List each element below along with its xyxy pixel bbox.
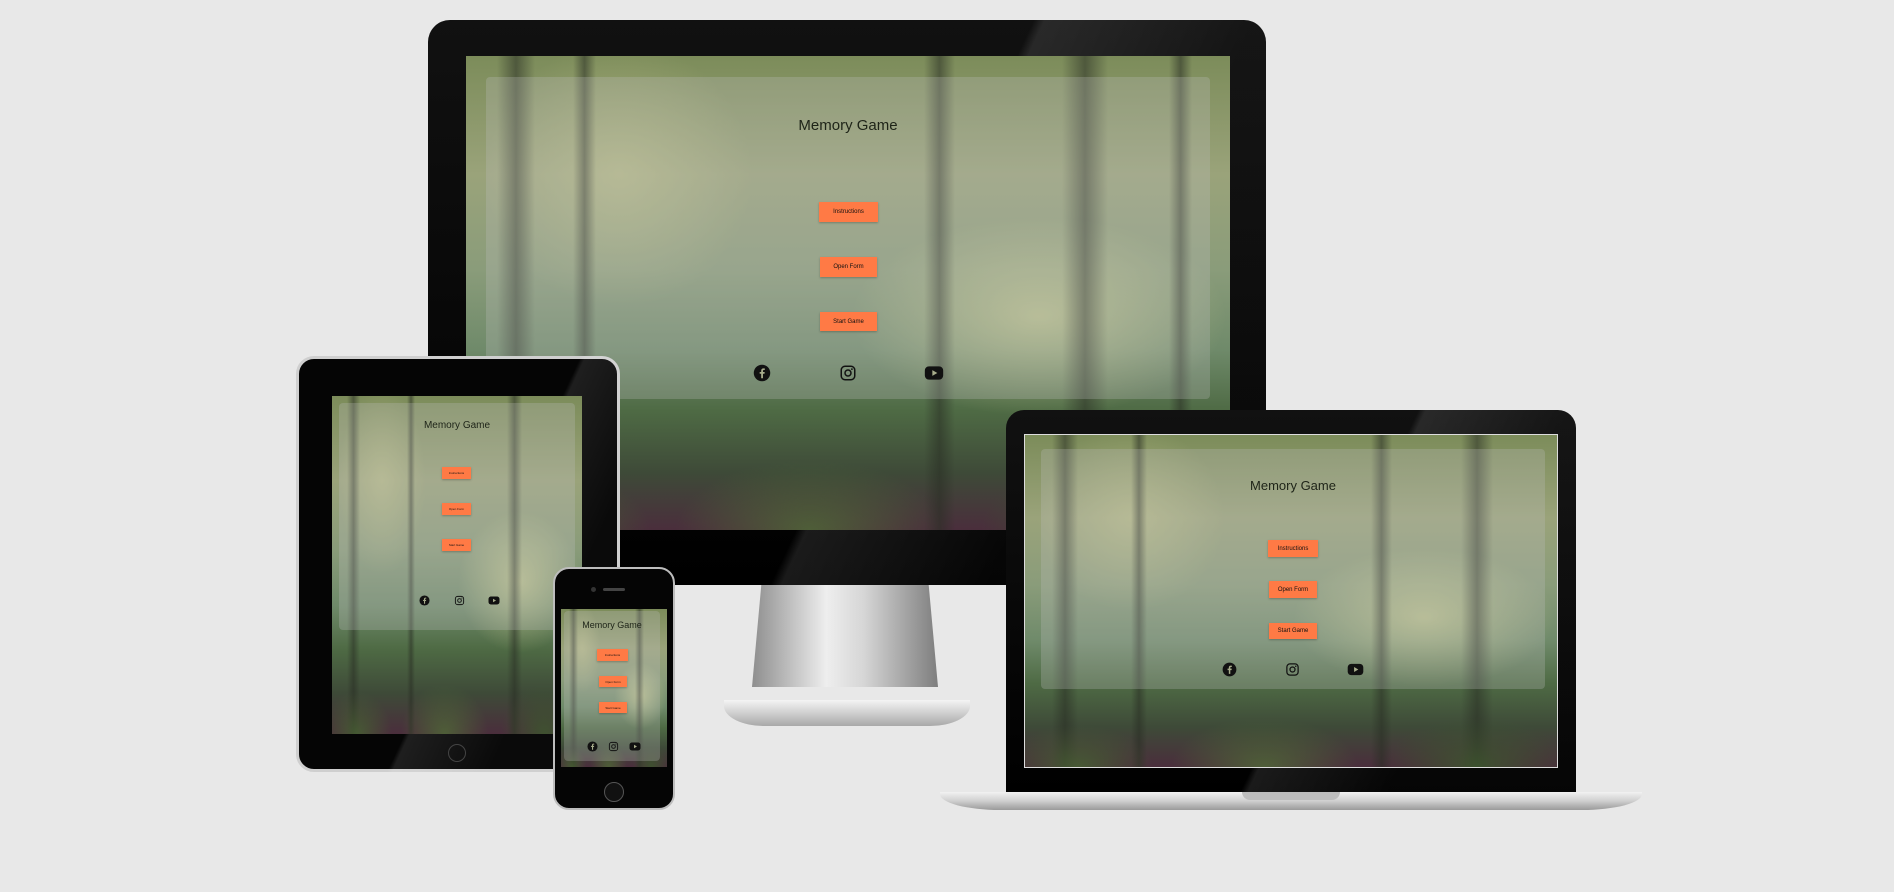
page-title: Memory Game xyxy=(798,117,898,134)
tablet-open-form-button[interactable]: Open Form xyxy=(442,503,471,515)
laptop-instagram-icon[interactable] xyxy=(1285,662,1300,677)
menu-panel: Memory Game Instructions Open Form Start… xyxy=(486,77,1210,399)
monitor-stand-base xyxy=(724,700,970,726)
phone-speaker xyxy=(603,588,625,591)
laptop-menu-panel: Memory Game Instructions Open Form Start… xyxy=(1041,449,1545,689)
phone-screen: Memory Game Instructions Open Form Start… xyxy=(561,609,667,767)
tablet-menu-panel: Memory Game Instructions Open Form Start… xyxy=(339,403,575,630)
phone-facebook-icon[interactable] xyxy=(587,741,598,752)
instructions-button[interactable]: Instructions xyxy=(819,202,878,222)
tablet-home-button xyxy=(448,744,466,762)
laptop-open-form-button[interactable]: Open Form xyxy=(1269,581,1317,598)
open-form-button[interactable]: Open Form xyxy=(820,257,877,277)
phone-menu-panel: Memory Game Instructions Open Form Start… xyxy=(564,611,660,761)
tablet-instagram-icon[interactable] xyxy=(454,595,465,606)
start-game-button[interactable]: Start Game xyxy=(820,312,877,331)
laptop-hinge-notch xyxy=(1242,792,1340,800)
youtube-icon[interactable] xyxy=(924,365,944,381)
phone-instagram-icon[interactable] xyxy=(608,741,619,752)
phone-start-game-button[interactable]: Start Game xyxy=(599,702,627,713)
tablet-facebook-icon[interactable] xyxy=(419,595,430,606)
phone-camera xyxy=(591,587,596,592)
laptop-start-game-button[interactable]: Start Game xyxy=(1269,623,1317,639)
laptop-page-title: Memory Game xyxy=(1250,478,1336,493)
phone-open-form-button[interactable]: Open Form xyxy=(599,676,627,687)
phone: Memory Game Instructions Open Form Start… xyxy=(553,567,675,810)
laptop-instructions-button[interactable]: Instructions xyxy=(1268,540,1318,557)
tablet-start-game-button[interactable]: Start Game xyxy=(442,539,471,551)
tablet-instructions-button[interactable]: Instructions xyxy=(442,467,471,479)
laptop-screen: Memory Game Instructions Open Form Start… xyxy=(1024,434,1558,768)
tablet-page-title: Memory Game xyxy=(423,420,491,431)
facebook-icon[interactable] xyxy=(753,364,771,382)
tablet-youtube-icon[interactable] xyxy=(488,596,500,605)
laptop-youtube-icon[interactable] xyxy=(1347,663,1364,676)
phone-home-button xyxy=(604,782,624,802)
phone-page-title: Memory Game xyxy=(582,620,642,630)
laptop: Memory Game Instructions Open Form Start… xyxy=(1006,410,1576,796)
laptop-facebook-icon[interactable] xyxy=(1222,662,1237,677)
phone-instructions-button[interactable]: Instructions xyxy=(597,649,628,661)
monitor-stand xyxy=(752,585,938,687)
phone-youtube-icon[interactable] xyxy=(629,742,641,751)
instagram-icon[interactable] xyxy=(839,364,857,382)
tablet-screen: Memory Game Instructions Open Form Start… xyxy=(332,396,582,734)
